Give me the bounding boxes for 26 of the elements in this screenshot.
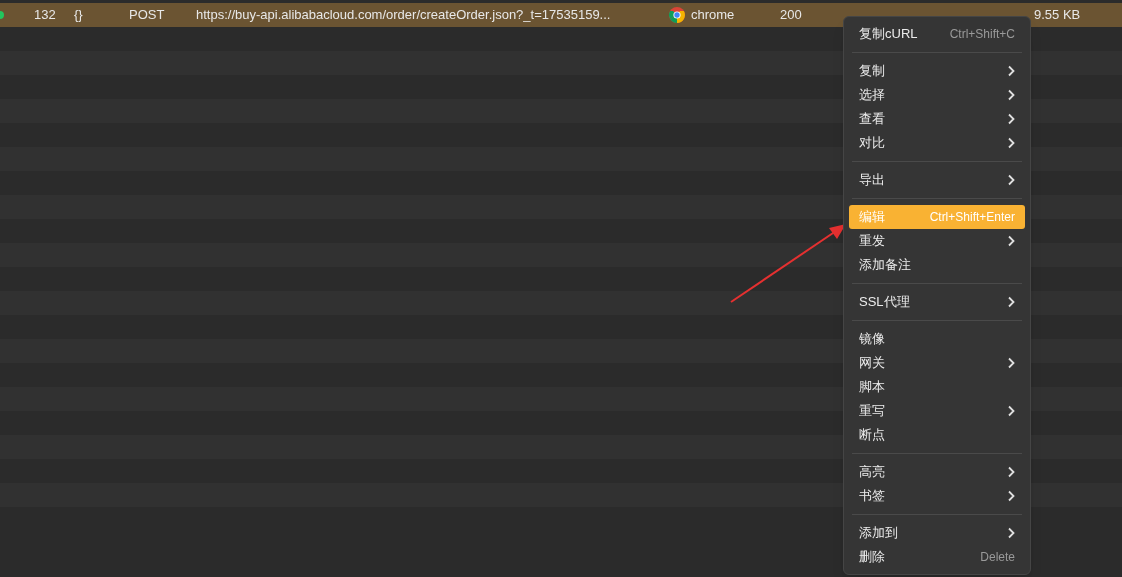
menu-item[interactable]: 脚本 — [849, 375, 1025, 399]
table-cell-text: https://buy-api.alibabacloud.com/order/createOrder.json?_t=17535159... — [196, 6, 612, 25]
menu-item[interactable]: SSL代理 — [849, 290, 1025, 314]
menu-item[interactable]: 复制 — [849, 59, 1025, 83]
table-cell-text: 132 — [34, 6, 57, 25]
menu-item[interactable]: 镜像 — [849, 327, 1025, 351]
menu-item[interactable]: 高亮 — [849, 460, 1025, 484]
menu-item[interactable]: 网关 — [849, 351, 1025, 375]
session-row[interactable]: 132 {} POST https://buy-api.alibabacloud.com/order/createOrder.json?_t=17535159... chrome 200 9.55 KB — [0, 3, 1122, 27]
menu-item[interactable]: 查看 — [849, 107, 1025, 131]
table-cell-text: chrome — [691, 6, 736, 25]
menu-item[interactable]: 重写 — [849, 399, 1025, 423]
menu-item[interactable]: 添加备注 — [849, 253, 1025, 277]
menu-item[interactable]: 重发 — [849, 229, 1025, 253]
menu-item[interactable]: 删除 Delete — [849, 545, 1025, 569]
table-cell-text: 9.55 KB — [1034, 6, 1082, 25]
table-cell-text: 200 — [780, 6, 803, 25]
browser-icon — [669, 7, 685, 23]
table-cell-text: {} — [74, 6, 84, 25]
menu-item[interactable]: 导出 — [849, 168, 1025, 192]
menu-item[interactable]: 添加到 — [849, 521, 1025, 545]
menu-item[interactable]: 选择 — [849, 83, 1025, 107]
table-cell-text: POST — [129, 6, 166, 25]
menu-item[interactable]: 对比 — [849, 131, 1025, 155]
menu-item[interactable]: 书签 — [849, 484, 1025, 508]
menu-item[interactable]: 断点 — [849, 423, 1025, 447]
